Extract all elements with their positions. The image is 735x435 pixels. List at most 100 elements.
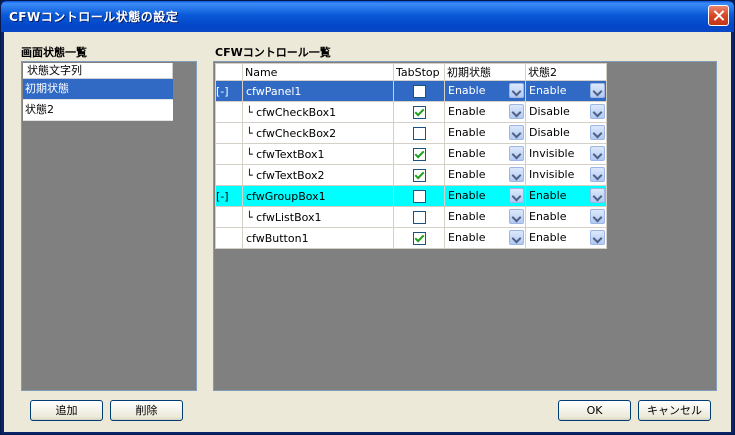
chevron-down-icon[interactable] (590, 125, 605, 140)
state2-dropdown[interactable]: Disable (526, 102, 606, 122)
state2-cell[interactable]: Disable (525, 101, 607, 123)
column-header-tabstop[interactable]: TabStop (393, 63, 445, 81)
state2-cell[interactable]: Invisible (525, 164, 607, 186)
screen-state-list[interactable]: 状態文字列 初期状態 状態2 (21, 61, 197, 391)
dropdown-value: Enable (529, 231, 567, 244)
chevron-down-icon[interactable] (590, 83, 605, 98)
chevron-down-icon[interactable] (509, 230, 524, 245)
dropdown-value: Enable (529, 84, 567, 97)
chevron-down-icon[interactable] (590, 167, 605, 182)
control-row[interactable]: └ cfwTextBox1 Enable Invisible (215, 143, 607, 165)
control-row[interactable]: └ cfwTextBox2 Enable Invisible (215, 164, 607, 186)
initial-state-dropdown[interactable]: Enable (445, 186, 525, 206)
column-header-state2[interactable]: 状態2 (525, 63, 607, 81)
chevron-down-icon[interactable] (509, 125, 524, 140)
control-name: cfwPanel1 (246, 84, 302, 98)
row-expander (215, 101, 243, 123)
state2-dropdown[interactable]: Disable (526, 123, 606, 143)
control-row[interactable]: cfwButton1 Enable Enable (215, 227, 607, 249)
chevron-down-icon[interactable] (590, 230, 605, 245)
initial-state-dropdown[interactable]: Enable (445, 228, 525, 248)
control-name-cell[interactable]: cfwGroupBox1 (242, 185, 394, 207)
control-name-cell[interactable]: cfwPanel1 (242, 80, 394, 102)
control-table: Name TabStop 初期状態 状態2 [-] cfwPanel1 Enable… (215, 63, 607, 249)
state2-cell[interactable]: Enable (525, 80, 607, 102)
column-header-name[interactable]: Name (242, 63, 394, 81)
chevron-down-icon[interactable] (509, 167, 524, 182)
tabstop-checkbox[interactable] (412, 231, 426, 245)
tree-branch-icon: └ (246, 105, 253, 119)
control-row[interactable]: [-] cfwPanel1 Enable Enable (215, 80, 607, 102)
state2-dropdown[interactable]: Invisible (526, 165, 606, 185)
state2-cell[interactable]: Enable (525, 227, 607, 249)
control-row[interactable]: └ cfwCheckBox1 Enable Disable (215, 101, 607, 123)
control-name-cell[interactable]: └ cfwTextBox1 (242, 143, 394, 165)
initial-state-cell[interactable]: Enable (444, 164, 526, 186)
control-name-cell[interactable]: └ cfwTextBox2 (242, 164, 394, 186)
state2-dropdown[interactable]: Enable (526, 228, 606, 248)
state-list-item[interactable]: 初期状態 (23, 79, 173, 100)
initial-state-cell[interactable]: Enable (444, 206, 526, 228)
state-list-item[interactable]: 状態2 (23, 100, 173, 121)
state2-dropdown[interactable]: Enable (526, 81, 606, 101)
control-name-cell[interactable]: └ cfwListBox1 (242, 206, 394, 228)
state2-cell[interactable]: Disable (525, 122, 607, 144)
chevron-down-icon[interactable] (509, 83, 524, 98)
initial-state-cell[interactable]: Enable (444, 185, 526, 207)
tabstop-cell (393, 80, 445, 102)
tabstop-checkbox[interactable] (412, 147, 426, 161)
initial-state-dropdown[interactable]: Enable (445, 81, 525, 101)
state-list-column-header[interactable]: 状態文字列 (23, 63, 173, 79)
chevron-down-icon[interactable] (590, 188, 605, 203)
chevron-down-icon[interactable] (509, 209, 524, 224)
state2-dropdown[interactable]: Enable (526, 186, 606, 206)
ok-button[interactable]: OK (558, 400, 631, 421)
row-expander (215, 122, 243, 144)
initial-state-cell[interactable]: Enable (444, 143, 526, 165)
chevron-down-icon[interactable] (590, 209, 605, 224)
tabstop-checkbox[interactable] (412, 84, 426, 98)
chevron-down-icon[interactable] (509, 146, 524, 161)
chevron-down-icon[interactable] (590, 146, 605, 161)
tabstop-checkbox[interactable] (412, 189, 426, 203)
initial-state-dropdown[interactable]: Enable (445, 123, 525, 143)
control-row[interactable]: └ cfwCheckBox2 Enable Disable (215, 122, 607, 144)
title-bar[interactable]: CFWコントロール状態の設定 (1, 1, 734, 32)
tabstop-checkbox[interactable] (412, 126, 426, 140)
tabstop-checkbox[interactable] (412, 168, 426, 182)
state2-cell[interactable]: Invisible (525, 143, 607, 165)
chevron-down-icon[interactable] (509, 188, 524, 203)
state2-cell[interactable]: Enable (525, 185, 607, 207)
control-name-cell[interactable]: cfwButton1 (242, 227, 394, 249)
control-name-cell[interactable]: └ cfwCheckBox2 (242, 122, 394, 144)
initial-state-cell[interactable]: Enable (444, 122, 526, 144)
state2-cell[interactable]: Enable (525, 206, 607, 228)
column-header-initial-state[interactable]: 初期状態 (444, 63, 526, 81)
row-expander[interactable]: [-] (215, 185, 243, 207)
control-name: cfwCheckBox1 (256, 105, 337, 119)
row-expander[interactable]: [-] (215, 80, 243, 102)
chevron-down-icon[interactable] (509, 104, 524, 119)
initial-state-dropdown[interactable]: Enable (445, 165, 525, 185)
cancel-button[interactable]: キャンセル (638, 400, 711, 421)
tabstop-checkbox[interactable] (412, 210, 426, 224)
state2-dropdown[interactable]: Invisible (526, 144, 606, 164)
dropdown-value: Enable (448, 189, 486, 202)
initial-state-cell[interactable]: Enable (444, 80, 526, 102)
initial-state-cell[interactable]: Enable (444, 227, 526, 249)
state2-dropdown[interactable]: Enable (526, 207, 606, 227)
control-name-cell[interactable]: └ cfwCheckBox1 (242, 101, 394, 123)
control-row[interactable]: [-] cfwGroupBox1 Enable Enable (215, 185, 607, 207)
control-row[interactable]: └ cfwListBox1 Enable Enable (215, 206, 607, 228)
row-expander (215, 164, 243, 186)
delete-button[interactable]: 削除 (110, 400, 183, 421)
tabstop-checkbox[interactable] (412, 105, 426, 119)
add-button[interactable]: 追加 (30, 400, 103, 421)
chevron-down-icon[interactable] (590, 104, 605, 119)
control-grid[interactable]: Name TabStop 初期状態 状態2 [-] cfwPanel1 Enable… (213, 61, 717, 391)
initial-state-dropdown[interactable]: Enable (445, 207, 525, 227)
initial-state-cell[interactable]: Enable (444, 101, 526, 123)
initial-state-dropdown[interactable]: Enable (445, 144, 525, 164)
close-icon[interactable] (708, 5, 729, 26)
initial-state-dropdown[interactable]: Enable (445, 102, 525, 122)
